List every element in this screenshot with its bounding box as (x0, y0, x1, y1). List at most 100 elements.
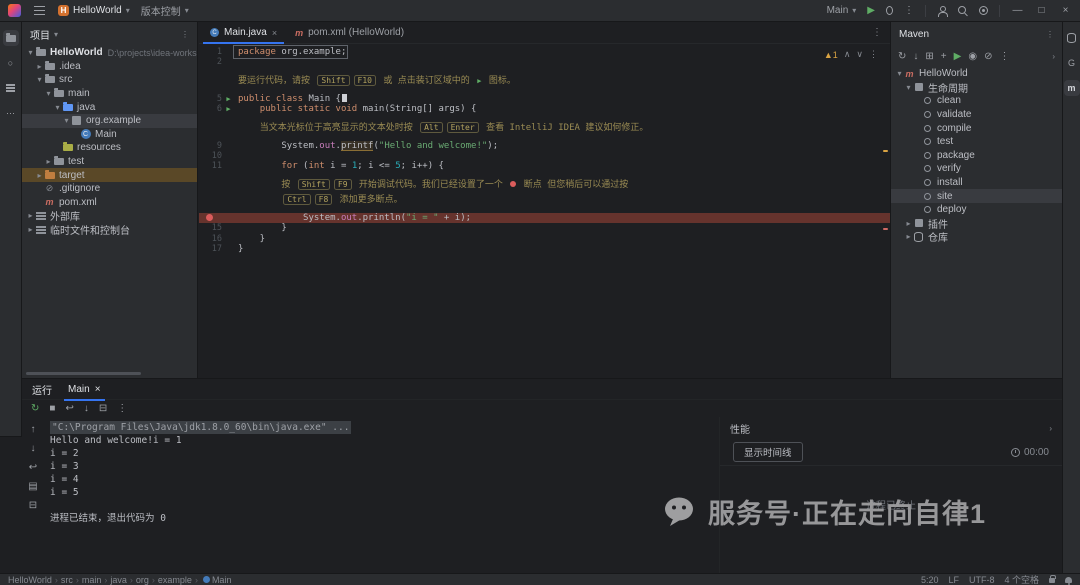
maven-tree-item[interactable]: ▸插件 (891, 217, 1062, 231)
maven-tree-item[interactable]: package (891, 149, 1062, 163)
project-tree-item[interactable]: ▸临时文件和控制台 (22, 223, 197, 237)
console-line[interactable]: i = 2 (50, 447, 713, 460)
rerun-icon[interactable]: ↻ (31, 403, 39, 414)
more-run-actions-icon[interactable]: ⋮ (904, 5, 914, 16)
editor-gutter[interactable]: 5▶ (199, 94, 235, 104)
maven-tree-item[interactable]: deploy (891, 203, 1062, 217)
project-tree-item[interactable]: ▸test (22, 155, 197, 169)
editor-line[interactable]: 17} (199, 244, 890, 254)
chevron-down-icon[interactable]: ▾ (26, 48, 35, 57)
refresh-icon[interactable]: ↻ (898, 51, 906, 62)
search-icon[interactable] (958, 6, 968, 16)
editor-gutter[interactable] (199, 194, 235, 207)
editor-line[interactable]: 10 (199, 151, 890, 161)
structure-tool-button[interactable] (3, 80, 19, 96)
breadcrumb-item[interactable]: Main (212, 575, 232, 585)
chevron-right-icon[interactable]: ▸ (904, 232, 913, 241)
next-problem-icon[interactable]: ∨ (856, 49, 863, 60)
editor-gutter[interactable]: 2 (199, 57, 235, 67)
main-menu-icon[interactable] (34, 10, 45, 11)
line-separator[interactable]: LF (948, 575, 959, 585)
console-line[interactable]: i = 5 (50, 486, 713, 499)
expand-all-icon[interactable]: ⊞ (925, 51, 933, 62)
editor-gutter[interactable]: 16 (199, 234, 235, 244)
project-tree-item[interactable]: resources (22, 141, 197, 155)
run-button[interactable]: ▶ (867, 5, 875, 16)
maven-tree-item[interactable]: ▾生命周期 (891, 81, 1062, 95)
editor-line[interactable]: 6▶ public static void main(String[] args… (199, 104, 890, 114)
project-tree-item[interactable]: ▾java (22, 100, 197, 114)
maven-tool-button[interactable]: m (1064, 80, 1080, 96)
console-line[interactable]: i = 3 (50, 460, 713, 473)
readonly-lock-icon[interactable] (1049, 578, 1055, 583)
maximize-button[interactable]: □ (1035, 5, 1048, 16)
editor-line[interactable]: 2 (199, 57, 890, 67)
prev-problem-icon[interactable]: ∧ (844, 49, 851, 60)
print-icon[interactable]: ▤ (28, 481, 37, 492)
editor-gutter[interactable]: 1 (199, 47, 235, 57)
scroll-to-end-icon[interactable]: ↓ (84, 403, 89, 414)
file-encoding[interactable]: UTF-8 (969, 575, 995, 585)
console-line[interactable] (50, 499, 713, 512)
scrollbar-warning-mark[interactable] (883, 150, 888, 152)
editor-gutter[interactable] (199, 213, 235, 223)
account-icon[interactable] (937, 6, 947, 16)
add-icon[interactable]: + (941, 51, 947, 62)
download-sources-icon[interactable]: ↓ (913, 51, 918, 62)
breakpoint-icon[interactable] (206, 214, 213, 221)
project-tree-item[interactable]: ▸target (22, 168, 197, 182)
console-line[interactable]: Hello and welcome!i = 1 (50, 434, 713, 447)
database-tool-button[interactable] (1064, 30, 1080, 46)
down-stack-icon[interactable]: ↓ (31, 443, 36, 454)
more-icon[interactable]: ⋮ (117, 403, 127, 414)
chevron-down-icon[interactable]: ▾ (895, 69, 904, 78)
project-widget[interactable]: H HelloWorld ▾ (58, 5, 130, 16)
maven-tree-item[interactable]: compile (891, 121, 1062, 135)
project-tree-item[interactable]: ▾HelloWorldD:\projects\idea-workspace-xa (22, 46, 197, 60)
panel-options-icon[interactable]: ⋮ (181, 30, 189, 39)
apply-icon[interactable]: ◉ (968, 51, 977, 62)
close-icon[interactable]: × (95, 384, 101, 395)
gradle-tool-button[interactable]: G (1064, 55, 1080, 71)
editor-gutter[interactable]: 9 (199, 141, 235, 151)
chevron-right-icon[interactable]: ▸ (35, 171, 44, 180)
maven-tree-item[interactable]: ▸仓库 (891, 230, 1062, 244)
soft-wrap-icon[interactable]: ↩ (65, 403, 73, 414)
up-stack-icon[interactable]: ↑ (31, 424, 36, 435)
breadcrumb-item[interactable]: org (136, 575, 149, 585)
clear-icon[interactable]: ⊟ (99, 403, 107, 414)
editor-body[interactable]: 1package org.example;2 要运行代码，请按 ShiftF10 … (199, 44, 890, 378)
editor-line[interactable]: 按 ShiftF9 开始调试代码。我们已经设置了一个 断点 但您稍后可以通过按 (199, 179, 890, 192)
chevron-down-icon[interactable]: ▾ (44, 89, 53, 98)
horizontal-scrollbar[interactable] (26, 372, 141, 375)
editor-line[interactable]: 16 } (199, 234, 890, 244)
skip-tests-icon[interactable]: ⊘ (984, 51, 992, 62)
chevron-right-icon[interactable]: ▸ (35, 62, 44, 71)
breadcrumb-item[interactable]: src (61, 575, 73, 585)
project-tool-button[interactable] (3, 30, 19, 46)
editor-gutter[interactable]: 6▶ (199, 104, 235, 114)
project-tree-item[interactable]: ▸外部库 (22, 209, 197, 223)
chevron-down-icon[interactable]: ▾ (904, 83, 913, 92)
tab-pom-xml[interactable]: m pom.xml (HelloWorld) (286, 22, 413, 43)
editor-line[interactable]: 1package org.example; (199, 47, 890, 57)
editor-line[interactable]: 当文本光标位于高亮显示的文本处时按 AltEnter 查看 IntelliJ I… (199, 122, 890, 135)
editor-line[interactable]: 要运行代码，请按 ShiftF10 或 点击装订区域中的 ▶ 图标。 (199, 75, 890, 88)
show-timeline-button[interactable]: 显示时间线 (733, 442, 803, 462)
run-config-widget[interactable]: Main ▾ (827, 5, 857, 16)
tab-main-java[interactable]: C Main.java × (201, 22, 286, 43)
chevron-right-icon[interactable]: ▸ (904, 219, 913, 228)
breadcrumb-item[interactable]: main (82, 575, 102, 585)
minimize-button[interactable]: — (1011, 5, 1024, 16)
run-line-icon[interactable]: ▶ (226, 104, 230, 114)
clear-icon[interactable]: ⊟ (29, 500, 37, 511)
project-tree-item[interactable]: ▾main (22, 87, 197, 101)
project-tree-item[interactable]: mpom.xml (22, 196, 197, 210)
console-line[interactable]: "C:\Program Files\Java\jdk1.8.0_60\bin\j… (50, 421, 351, 434)
chevron-down-icon[interactable]: ▾ (54, 30, 58, 39)
breadcrumb-item[interactable]: java (110, 575, 127, 585)
close-button[interactable]: × (1059, 5, 1072, 16)
editor-line[interactable]: 9 System.out.printf("Hello and welcome!"… (199, 141, 890, 151)
editor-gutter[interactable] (199, 122, 235, 135)
editor-line[interactable]: 15 } (199, 223, 890, 233)
